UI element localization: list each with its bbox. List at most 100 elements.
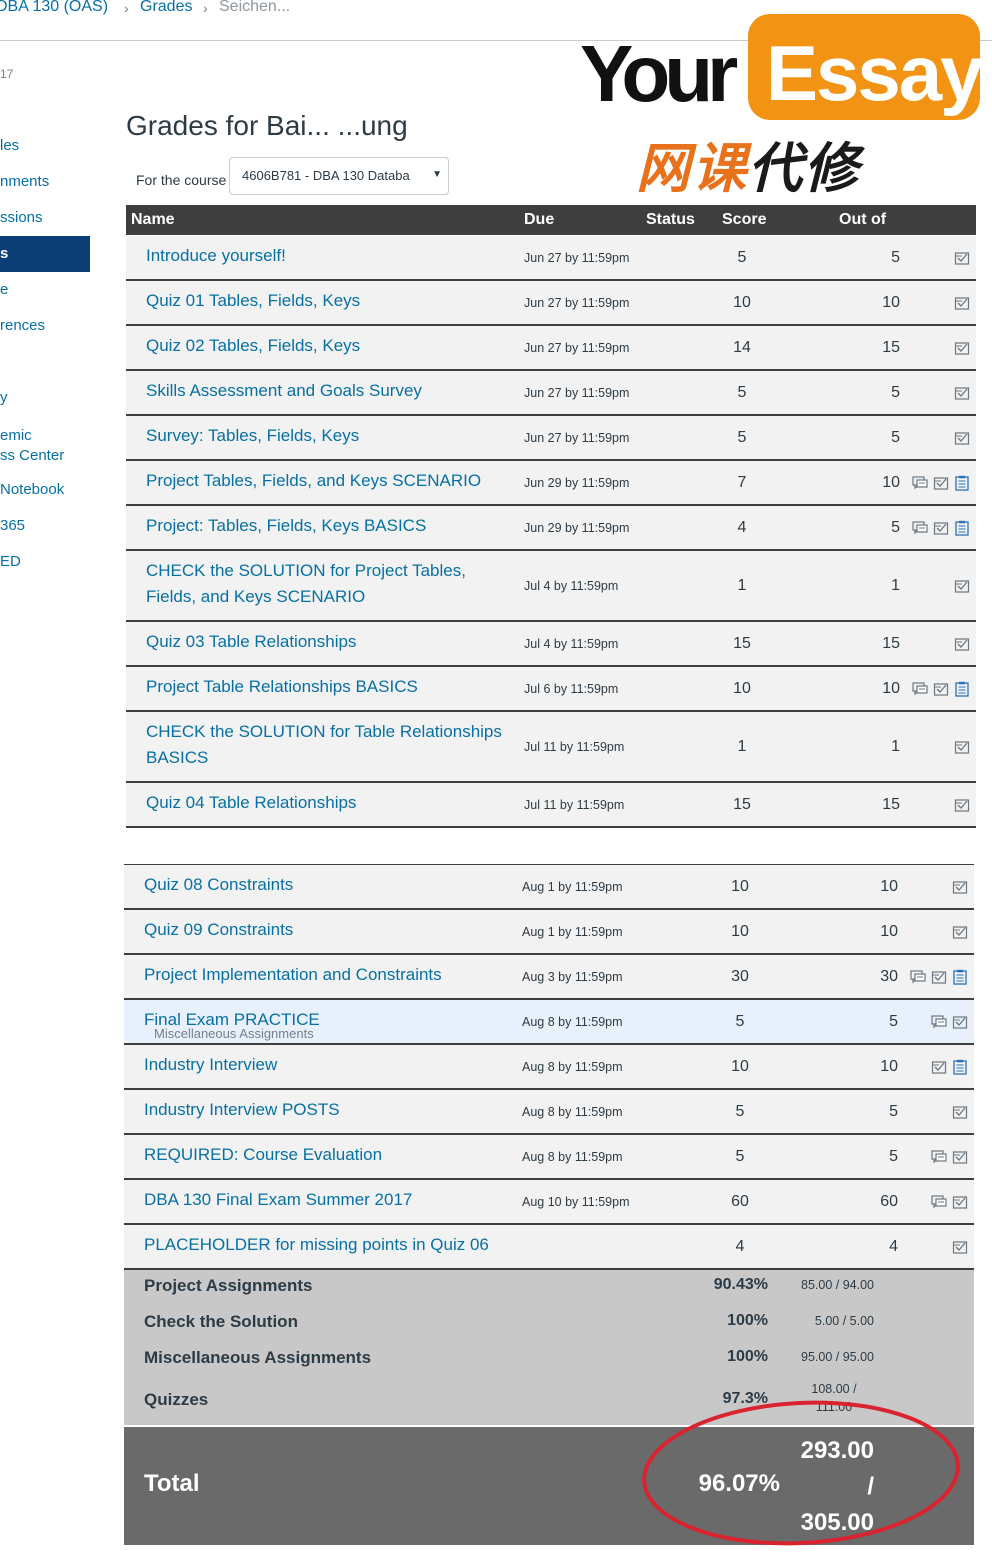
assignment-link[interactable]: Industry Interview	[144, 1052, 516, 1078]
rubric-icon[interactable]	[954, 578, 970, 594]
assignment-link[interactable]: Project Implementation and Constraints	[144, 962, 516, 988]
sidebar-item[interactable]: s	[0, 236, 90, 272]
group-percent: 100%	[727, 1312, 768, 1329]
clipboard-icon[interactable]	[954, 520, 970, 536]
column-header-score[interactable]: Score	[722, 211, 766, 229]
comment-icon[interactable]	[912, 475, 928, 491]
rubric-icon[interactable]	[954, 340, 970, 356]
rubric-icon[interactable]	[954, 797, 970, 813]
rubric-icon[interactable]	[952, 1014, 968, 1030]
course-navigation: 17 les nments ssions s e rences y emic ss Center…	[0, 40, 92, 640]
rubric-icon[interactable]	[954, 295, 970, 311]
group-name: Project Assignments	[144, 1276, 313, 1295]
rubric-icon[interactable]	[954, 739, 970, 755]
comment-icon[interactable]	[910, 969, 926, 985]
column-header-outof[interactable]: Out of	[839, 211, 886, 229]
sidebar-item[interactable]: y	[0, 380, 90, 416]
assignment-link[interactable]: Quiz 01 Tables, Fields, Keys	[146, 288, 518, 314]
rubric-icon[interactable]	[952, 1149, 968, 1165]
score-value: 10	[733, 294, 751, 311]
comment-icon[interactable]	[912, 520, 928, 536]
assignment-link[interactable]: Quiz 03 Table Relationships	[146, 629, 518, 655]
points-possible: 10	[880, 1058, 898, 1075]
row-icons	[910, 1149, 972, 1167]
comment-icon[interactable]	[931, 1014, 947, 1030]
due-date: Aug 1 by 11:59pm	[522, 925, 623, 939]
rubric-icon[interactable]	[952, 1194, 968, 1210]
assignment-link[interactable]: Quiz 08 Constraints	[144, 872, 516, 898]
breadcrumb-course-link[interactable]: DBA 130 (OAS)	[0, 0, 108, 16]
due-date: Jun 29 by 11:59pm	[524, 521, 630, 535]
column-header-due[interactable]: Due	[524, 211, 554, 229]
rubric-icon[interactable]	[933, 520, 949, 536]
sidebar-item[interactable]: emic ss Center	[0, 426, 90, 466]
breadcrumb-grades-link[interactable]: Grades	[140, 0, 192, 16]
points-possible: 10	[882, 474, 900, 491]
score-value: 5	[737, 429, 747, 446]
assignment-link[interactable]: Skills Assessment and Goals Survey	[146, 378, 518, 404]
sidebar-item[interactable]: 365	[0, 508, 90, 544]
assignment-link[interactable]: CHECK the SOLUTION for Project Tables, F…	[146, 558, 518, 610]
assignment-link[interactable]: DBA 130 Final Exam Summer 2017	[144, 1187, 516, 1213]
points-possible: 5	[889, 1013, 898, 1030]
group-percent: 90.43%	[713, 1276, 768, 1293]
breadcrumb-student-name: Seichen...	[219, 0, 291, 15]
sidebar-item[interactable]: Notebook	[0, 472, 90, 508]
score-value: 1	[737, 738, 747, 755]
row-icons	[912, 295, 974, 313]
comment-icon[interactable]	[931, 1149, 947, 1165]
group-points: 5.00 / 5.00	[814, 1314, 874, 1328]
rubric-icon[interactable]	[952, 1239, 968, 1255]
due-date: Jul 6 by 11:59pm	[524, 682, 619, 696]
assignment-link[interactable]: Project: Tables, Fields, Keys BASICS	[146, 513, 518, 539]
assignment-link[interactable]: REQUIRED: Course Evaluation	[144, 1142, 516, 1168]
score-value: 10	[733, 680, 751, 697]
rubric-icon[interactable]	[952, 924, 968, 940]
assignment-link[interactable]: Survey: Tables, Fields, Keys	[146, 423, 518, 449]
rubric-icon[interactable]	[954, 636, 970, 652]
assignment-link[interactable]: Quiz 09 Constraints	[144, 917, 516, 943]
sidebar-item[interactable]: 17	[0, 56, 90, 92]
comment-icon[interactable]	[912, 681, 928, 697]
rubric-icon[interactable]	[931, 1059, 947, 1075]
assignment-link[interactable]: Project Table Relationships BASICS	[146, 674, 518, 700]
rubric-icon[interactable]	[954, 385, 970, 401]
column-header-name[interactable]: Name	[131, 211, 175, 229]
score-value: 5	[735, 1103, 745, 1120]
row-icons	[912, 739, 974, 757]
points-possible: 10	[880, 878, 898, 895]
clipboard-icon[interactable]	[954, 681, 970, 697]
assignment-link[interactable]: Quiz 02 Tables, Fields, Keys	[146, 333, 518, 359]
score-value: 15	[733, 635, 751, 652]
clipboard-icon[interactable]	[952, 969, 968, 985]
clipboard-icon[interactable]	[952, 1059, 968, 1075]
rubric-icon[interactable]	[933, 475, 949, 491]
assignment-link[interactable]: Quiz 04 Table Relationships	[146, 790, 518, 816]
sidebar-item[interactable]: les	[0, 128, 90, 164]
assignment-link[interactable]: PLACEHOLDER for missing points in Quiz 0…	[144, 1232, 516, 1258]
due-date: Jun 27 by 11:59pm	[524, 431, 630, 445]
sidebar-item[interactable]: ED	[0, 544, 90, 580]
assignment-link[interactable]: CHECK the SOLUTION for Table Relationshi…	[146, 719, 518, 771]
rubric-icon[interactable]	[952, 1104, 968, 1120]
course-select[interactable]: 4606B781 - DBA 130 Databa ▼	[229, 157, 449, 195]
rubric-icon[interactable]	[952, 879, 968, 895]
rubric-icon[interactable]	[954, 430, 970, 446]
column-header-status[interactable]: Status	[646, 211, 695, 229]
comment-icon[interactable]	[931, 1194, 947, 1210]
points-possible: 30	[880, 968, 898, 985]
sidebar-item[interactable]: nments	[0, 164, 90, 200]
sidebar-item[interactable]: e	[0, 272, 90, 308]
course-select-value: 4606B781 - DBA 130 Databa	[242, 168, 410, 183]
rubric-icon[interactable]	[933, 681, 949, 697]
due-date: Jul 4 by 11:59pm	[524, 637, 619, 651]
assignment-link[interactable]: Introduce yourself!	[146, 243, 518, 269]
rubric-icon[interactable]	[931, 969, 947, 985]
rubric-icon[interactable]	[954, 250, 970, 266]
clipboard-icon[interactable]	[954, 475, 970, 491]
row-icons	[912, 520, 974, 538]
assignment-link[interactable]: Industry Interview POSTS	[144, 1097, 516, 1123]
assignment-link[interactable]: Project Tables, Fields, and Keys SCENARI…	[146, 468, 518, 494]
sidebar-item[interactable]: rences	[0, 308, 90, 344]
sidebar-item[interactable]: ssions	[0, 200, 90, 236]
